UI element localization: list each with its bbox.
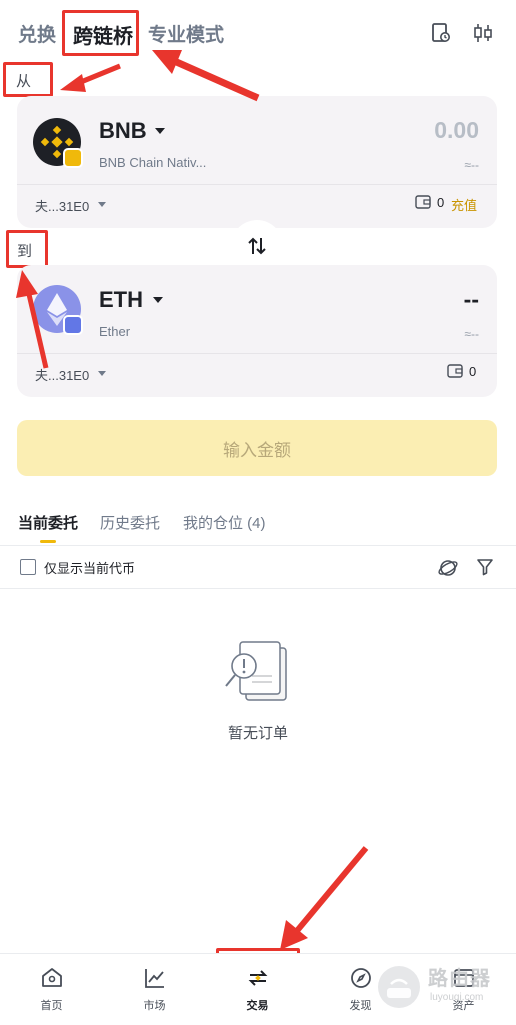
- nav-trade-label: 交易: [246, 1000, 269, 1012]
- nav-market[interactable]: 市场: [103, 954, 206, 1025]
- nav-market-label: 市场: [143, 1000, 166, 1012]
- filter-row: 仅显示当前代币: [0, 547, 516, 589]
- order-tabs: 当前委托 历史委托 我的仓位 (4): [0, 510, 516, 546]
- router-logo-icon: [378, 966, 420, 1008]
- annotation-arrowhead: [60, 74, 86, 92]
- trade-icon: [248, 970, 267, 986]
- annotation-arrow: [25, 289, 49, 369]
- active-tab-indicator: [40, 540, 56, 543]
- watermark-subtitle: luyouqi.com: [430, 992, 484, 1003]
- only-current-label: 仅显示当前代币: [44, 561, 136, 576]
- annotation-arrow: [170, 56, 260, 102]
- nav-trade[interactable]: 交易: [206, 954, 309, 1025]
- discover-compass-icon: [350, 968, 371, 988]
- empty-state-text: 暂无订单: [227, 725, 288, 742]
- tab-order-history[interactable]: 历史委托: [100, 512, 160, 533]
- watermark-title: 路由器: [428, 968, 491, 990]
- only-current-checkbox[interactable]: [20, 559, 36, 575]
- nav-home[interactable]: 首页: [0, 954, 103, 1025]
- home-icon: [41, 968, 62, 987]
- planet-icon[interactable]: [437, 557, 459, 579]
- no-orders-illustration-icon: [225, 641, 287, 701]
- annotation-arrowhead: [16, 270, 38, 298]
- tab-my-positions[interactable]: 我的仓位 (4): [183, 512, 266, 533]
- market-chart-icon: [144, 969, 164, 988]
- filter-icon[interactable]: [476, 558, 494, 576]
- nav-home-label: 首页: [40, 1000, 63, 1012]
- watermark: 路由器 luyouqi.com: [376, 960, 516, 1020]
- annotation-arrow: [293, 846, 369, 934]
- tab-current-orders[interactable]: 当前委托: [18, 512, 78, 533]
